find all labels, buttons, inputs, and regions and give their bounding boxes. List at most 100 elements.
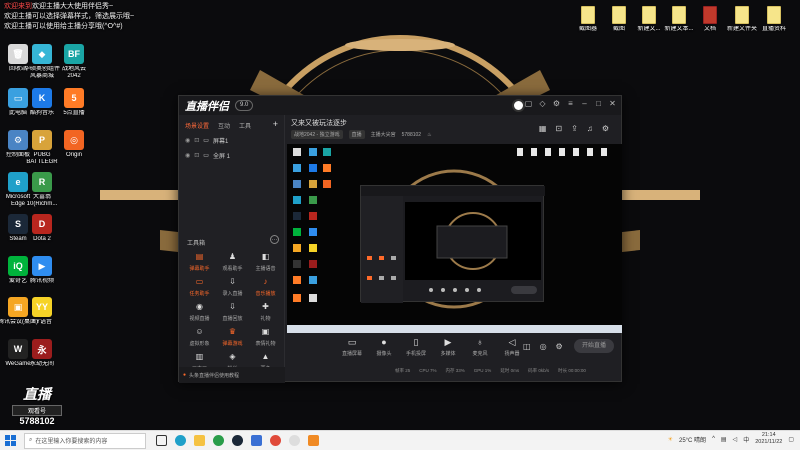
- bottom-control[interactable]: ◁ 扬声器: [501, 337, 523, 357]
- tool-label: 任务助手: [189, 291, 210, 297]
- minimize-icon[interactable]: –: [580, 99, 589, 108]
- gift-icon[interactable]: ◇: [538, 99, 547, 108]
- explorer-taskbar-icon[interactable]: [194, 435, 205, 446]
- menu-icon[interactable]: ≡: [566, 99, 575, 108]
- tool-item[interactable]: ▤ 弹幕助手: [183, 252, 216, 272]
- tool-icon: ♪: [263, 277, 268, 286]
- tool-icon: ▭: [195, 277, 204, 286]
- chat-icon[interactable]: ▢: [524, 99, 533, 108]
- tool-label: 视频直播: [189, 316, 210, 322]
- start-live-button[interactable]: 开始直播: [574, 339, 614, 353]
- camera-icon[interactable]: ◎: [540, 342, 547, 351]
- control-label: 直播屏幕: [341, 351, 362, 357]
- network-icon[interactable]: ▤: [721, 436, 727, 443]
- task-view-icon[interactable]: [156, 435, 167, 446]
- tool-icon: ☺: [195, 327, 204, 336]
- lock-icon[interactable]: ⊡: [555, 124, 562, 133]
- overlay-line: 欢迎来到欢迎主播大大使用伴侣秀~: [4, 3, 114, 10]
- source-item[interactable]: ◉ ⊡ ▭ 全屏 1: [179, 148, 284, 163]
- desktop-icon-label: Dota 2: [33, 236, 51, 242]
- desktop-icon-label: 2042: [67, 73, 81, 79]
- more-icon[interactable]: …: [270, 235, 279, 244]
- volume-icon[interactable]: ◁: [733, 436, 738, 443]
- tools-title: 工具箱: [187, 241, 206, 247]
- live-companion-taskbar-icon[interactable]: [308, 435, 319, 446]
- tool-item[interactable]: ▭ 任务助手: [183, 277, 216, 297]
- store-taskbar-icon[interactable]: [251, 435, 262, 446]
- tip-bar[interactable]: ● 头条直播伴侣使用教程: [179, 367, 285, 383]
- chrome-taskbar-icon[interactable]: [270, 435, 281, 446]
- category-chip[interactable]: 战地2042 - 独立游戏: [291, 130, 343, 139]
- eye-icon[interactable]: ◉: [185, 152, 190, 159]
- edge-taskbar-icon[interactable]: [175, 435, 186, 446]
- tool-item[interactable]: ⇩ 录入直播: [216, 277, 249, 297]
- tool-icon: ⇩: [229, 302, 236, 311]
- bottom-control[interactable]: ▶ 多媒体: [437, 337, 459, 357]
- desktop-icon-tencent-video[interactable]: ▶ 腾讯视频: [22, 256, 62, 285]
- tool-item[interactable]: ♛ 弹幕游戏: [216, 327, 249, 347]
- lock-icon[interactable]: ⊡: [194, 137, 199, 144]
- tool-item[interactable]: ◧ 主播语音: [249, 252, 282, 272]
- settings-icon[interactable]: ⚙: [602, 124, 609, 133]
- taskbar-search[interactable]: ⌕ 在这里输入你要搜索的内容: [24, 432, 146, 449]
- tool-item[interactable]: ⇩ 直播回放: [216, 302, 249, 322]
- system-tray: ☀ 25°C 晴朗 ^ ▤ ◁ 中 21:14 2021/11/22 ▢: [668, 432, 794, 446]
- battlefield-2042-icon: BF: [64, 44, 84, 64]
- desktop-icon-yy[interactable]: YY YY语音: [22, 297, 62, 326]
- record-icon[interactable]: ◫: [523, 342, 531, 351]
- version-pill[interactable]: 9.0: [235, 100, 254, 111]
- source-item[interactable]: ◉ ⊡ ▭ 屏幕1: [179, 133, 284, 148]
- bottom-control[interactable]: ▯ 手机投屏: [405, 337, 427, 357]
- tab-interact[interactable]: 互动: [218, 121, 230, 130]
- tool-item[interactable]: ♪ 音乐播放: [249, 277, 282, 297]
- desktop-icon-label: 10(Richm...: [26, 201, 58, 207]
- desktop-icon-battlefield-2042[interactable]: BF 战地风云 2042: [54, 44, 94, 80]
- tool-label: 表情礼物: [255, 341, 276, 347]
- desktop-icon-origin[interactable]: ◎ Origin: [54, 130, 94, 159]
- tab-tools[interactable]: 工具: [239, 121, 251, 130]
- tool-item[interactable]: ▣ 表情礼物: [249, 327, 282, 347]
- lock-icon[interactable]: ⊡: [194, 152, 199, 159]
- close-icon[interactable]: ✕: [608, 99, 617, 108]
- ime-indicator[interactable]: 中: [743, 435, 749, 444]
- desktop-icon-richman-10[interactable]: R 大富翁 10(Richm...: [22, 172, 62, 208]
- tool-item[interactable]: ✚ 礼物: [249, 302, 282, 322]
- settings-icon[interactable]: ⚙: [552, 99, 561, 108]
- eye-icon[interactable]: ◉: [185, 137, 190, 144]
- streamer-watermark: 直播 观看号 5788102: [12, 384, 62, 426]
- calendar-icon[interactable]: ▦: [539, 124, 547, 133]
- notification-icon[interactable]: ▢: [788, 436, 794, 443]
- tool-item[interactable]: ☺ 虚拟形象: [183, 327, 216, 347]
- bottom-control[interactable]: ♁ 麦克风: [469, 337, 491, 357]
- tool-item[interactable]: ♟ 观看助手: [216, 252, 249, 272]
- tray-arrow-icon[interactable]: ^: [712, 436, 715, 442]
- add-scene-button[interactable]: +: [273, 120, 278, 130]
- bell-icon[interactable]: ♫: [587, 124, 593, 133]
- start-button[interactable]: [0, 431, 20, 450]
- maximize-icon[interactable]: □: [594, 99, 603, 108]
- tab-scene[interactable]: 场景设置: [185, 121, 209, 130]
- bottom-controls: ▭ 直播屏幕 ● 摄像头 ▯ 手机投屏 ▶ 多媒体 ♁ 麦克风 ◁ 扬声器: [341, 337, 523, 357]
- stat-item: GPU 1%: [473, 368, 492, 373]
- stat-item: 码率 0kb/s: [528, 368, 550, 373]
- tool-item[interactable]: ◉ 视频直播: [183, 302, 216, 322]
- desktop-icon-naraka[interactable]: 永永劫无间: [22, 339, 62, 368]
- desktop-icon-dota2[interactable]: D Dota 2: [22, 214, 62, 243]
- stats-bar: 帧率 25 CPU 7% 内存 33% GPU 1% 延时 0ms 码率 0kb/s 时长 …: [395, 368, 586, 374]
- settings-icon[interactable]: ⚙: [556, 342, 563, 351]
- edge-dev-taskbar-icon[interactable]: [213, 435, 224, 446]
- weather-icon[interactable]: ☀: [668, 436, 673, 443]
- netease-taskbar-icon[interactable]: [289, 435, 300, 446]
- clock[interactable]: 21:14 2021/11/22: [755, 432, 782, 446]
- bottom-control[interactable]: ▭ 直播屏幕: [341, 337, 363, 357]
- room-title[interactable]: 又来又被玩法逐步: [291, 118, 347, 128]
- bottom-control[interactable]: ● 摄像头: [373, 337, 395, 357]
- stat-item: 内存 33%: [445, 368, 465, 373]
- weather-text[interactable]: 25°C 晴朗: [679, 435, 706, 444]
- desktop-icon-fivepoint-live[interactable]: 5 5点直播: [54, 88, 94, 117]
- danmaku-overlay: 欢迎来到欢迎主播大大使用伴侣秀~ 欢迎主播可以选择弹幕样式，筛选展示哦~ 欢迎主…: [4, 2, 194, 32]
- share-icon[interactable]: ⇪: [571, 124, 578, 133]
- steam-taskbar-icon[interactable]: [232, 435, 243, 446]
- stream-preview[interactable]: [287, 144, 622, 333]
- desktop-file[interactable]: 直播资料: [754, 6, 794, 33]
